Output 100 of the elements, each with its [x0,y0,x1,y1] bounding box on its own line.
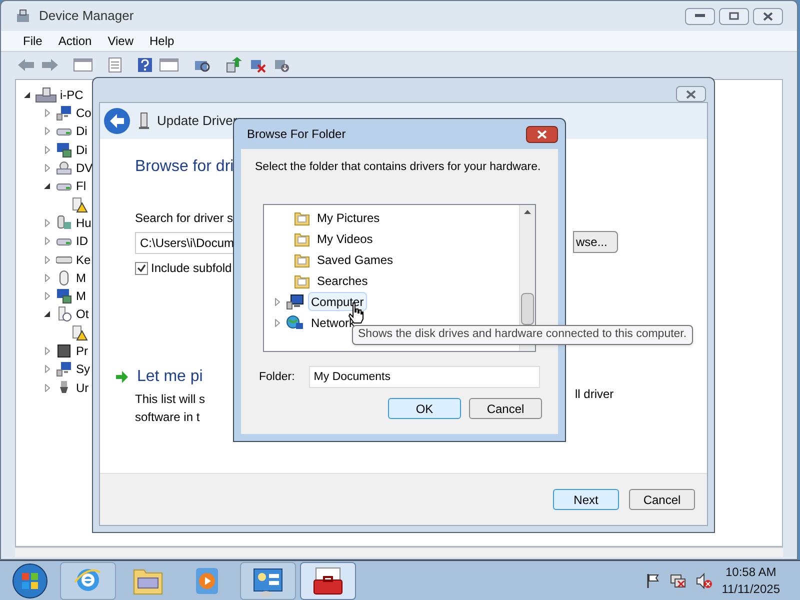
expand-icon[interactable] [42,292,52,300]
collapse-icon[interactable] [22,92,32,98]
page-heading: Browse for dri [135,157,234,177]
console-tree-icon[interactable] [73,56,93,72]
checkbox-label: Include subfold [151,260,232,277]
minimize-icon [695,14,705,18]
clock-date[interactable]: 11/11/2025 [722,580,780,598]
browse-button[interactable]: wse... [573,231,618,253]
expand-icon[interactable] [42,127,52,136]
option-description: ll driver [575,386,614,403]
tree-item-label[interactable]: Co [76,104,92,122]
computer-icon [35,86,57,102]
dialog-title: Browse For Folder [247,126,346,143]
tree-item-label[interactable]: Di [76,122,88,140]
browser-icon[interactable] [60,562,116,600]
device-icon [56,142,72,158]
back-arrow-icon[interactable] [17,58,35,72]
collapse-icon[interactable] [42,183,52,190]
tree-item-label[interactable]: Di [76,140,88,159]
clock-time[interactable]: 10:58 AM [726,564,776,580]
close-button[interactable] [676,86,706,102]
tree-item-label[interactable]: Ot [76,305,89,324]
tree-item-label[interactable]: M [76,287,86,306]
volume-muted-icon[interactable] [696,572,712,588]
action-pane-icon[interactable] [159,56,179,72]
collapse-icon[interactable] [42,311,52,318]
tree-item[interactable]: Searches [314,271,371,290]
tree-item-label[interactable]: Ke [76,250,91,269]
expand-icon[interactable] [42,109,52,118]
menu-item[interactable]: Action [58,32,92,50]
scroll-up-icon[interactable] [524,210,531,214]
tree-item-label[interactable]: Sy [76,360,90,378]
tree-item[interactable]: Computer [308,292,367,312]
folder-icon [294,210,310,226]
expand-icon[interactable] [42,164,52,172]
close-icon [686,90,696,98]
device-icon [139,112,149,130]
dialog-button[interactable]: Cancel [469,398,542,420]
maximize-button[interactable] [719,8,749,24]
help-icon[interactable] [137,56,153,72]
expand-icon[interactable] [42,218,52,227]
dialog-button[interactable]: Cancel [629,489,695,510]
dialog-button[interactable]: OK [388,398,461,420]
expand-icon[interactable] [42,365,52,374]
warning-device-icon[interactable] [70,196,88,213]
tree-item-label[interactable]: Fl [76,177,86,196]
tree-item[interactable]: My Videos [314,229,376,248]
checkbox[interactable] [135,262,148,274]
device-icon [56,343,72,359]
folder-icon [294,230,310,247]
menu-item[interactable]: View [108,32,134,50]
option-description: This list will s [135,391,206,408]
device-icon [56,214,72,231]
forward-arrow-icon[interactable] [41,58,59,72]
minimize-button[interactable] [685,8,715,24]
tree-item[interactable]: Saved Games [314,250,396,270]
properties-icon[interactable] [107,56,123,72]
folder-icon [294,252,310,268]
menu-item[interactable]: File [23,32,42,50]
scroll-thumb[interactable] [521,293,534,326]
window-title: Device Manager [39,7,134,26]
expand-icon[interactable] [42,384,52,392]
expand-icon[interactable] [272,298,282,306]
tree-item-label[interactable]: Hu [76,214,92,232]
dialog-button[interactable]: Next [553,489,619,510]
tree-item-label[interactable]: ID [76,232,88,250]
expand-icon[interactable] [42,256,52,264]
warning-device-icon[interactable] [70,324,88,341]
arrow-icon [115,371,129,383]
expand-icon[interactable] [42,274,52,282]
dialog-prompt: Select the folder that contains drivers for your hardware. [255,160,541,175]
tree-item[interactable]: My Pictures [314,208,383,228]
device-icon [56,160,72,176]
tree-item-label[interactable]: Pr [76,342,88,360]
expand-icon[interactable] [42,237,52,246]
expand-icon[interactable] [272,318,282,327]
tree-item-label[interactable]: M [76,268,86,287]
tooltip: Shows the disk drives and hardware connected to this computer. [352,325,693,345]
maximize-icon [729,12,739,20]
toolbox-icon[interactable] [300,562,356,600]
menu-item[interactable]: Help [150,32,174,50]
folder-label: Folder: [259,370,295,385]
folder-field[interactable]: My Documents [308,366,540,388]
tree-item-label[interactable]: i-PC [60,86,84,104]
flag-icon[interactable] [646,572,660,588]
update-driver-icon[interactable] [225,56,243,72]
device-icon [56,105,72,122]
option-title[interactable]: Let me pi [137,365,203,389]
network-disconnected-icon[interactable] [670,572,686,588]
folder-icon [294,272,310,289]
option-description: software in t [135,409,200,426]
tree-item-label[interactable]: Ur [76,378,89,397]
close-button[interactable] [753,8,783,24]
expand-icon[interactable] [42,347,52,355]
close-icon [537,130,547,138]
control-panel-icon[interactable] [240,562,296,600]
tree-item-label[interactable]: DV [76,159,93,178]
expand-icon[interactable] [42,146,52,154]
close-button[interactable] [526,126,558,142]
search-label: Search for driver s [135,210,234,227]
